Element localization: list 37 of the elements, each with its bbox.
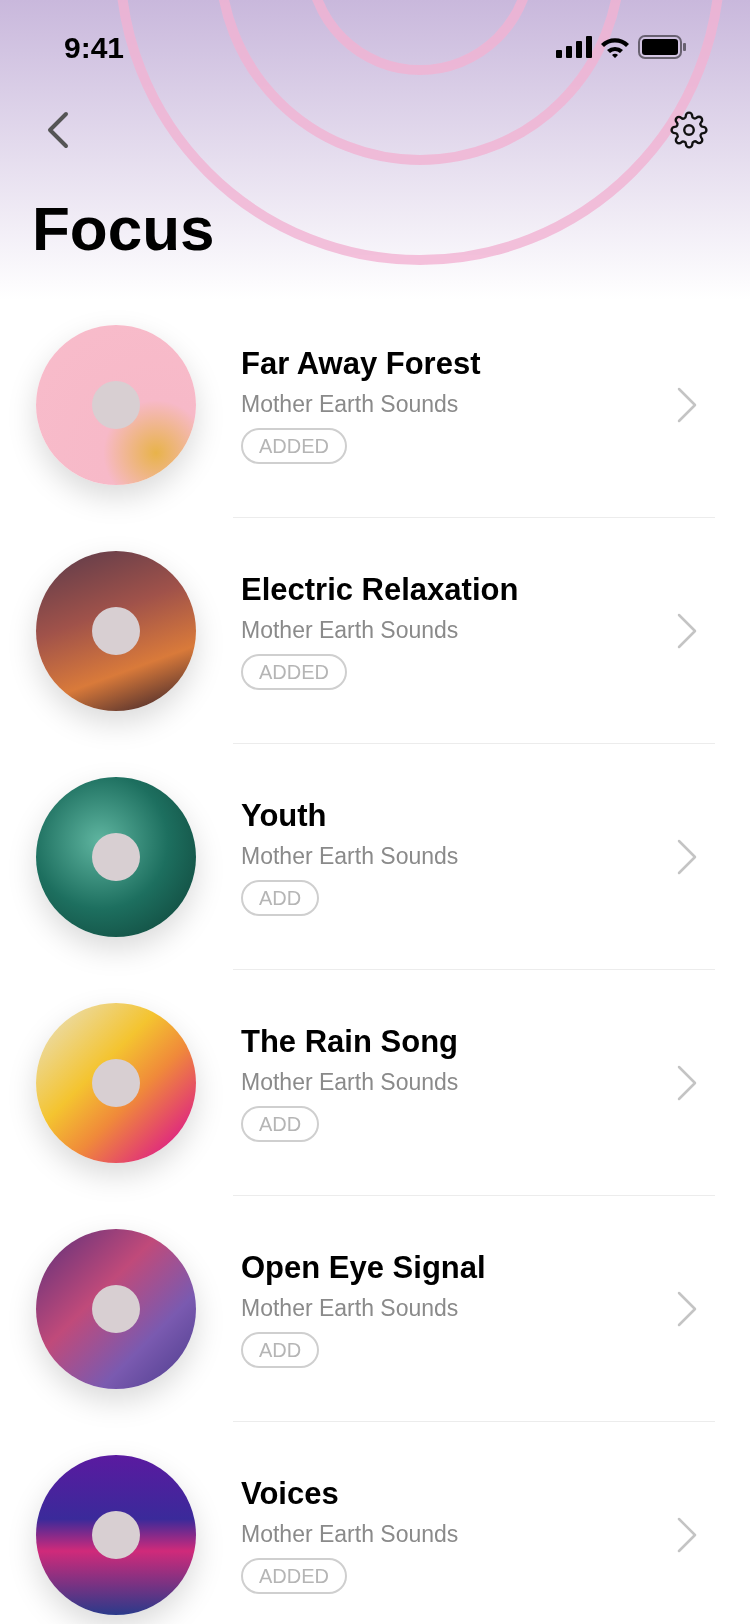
track-artist: Mother Earth Sounds xyxy=(241,841,459,871)
status-badge: ADDED xyxy=(241,428,347,465)
page-title: Focus xyxy=(31,193,216,265)
track-row[interactable]: Voices Mother Earth Sounds ADDED xyxy=(233,1422,715,1624)
settings-button[interactable] xyxy=(668,109,710,151)
settings-icon xyxy=(670,111,708,149)
track-row[interactable]: The Rain Song Mother Earth Sounds ADD xyxy=(233,970,715,1196)
chevron-right-icon xyxy=(677,1290,697,1327)
status-time: 9:41 xyxy=(64,29,125,66)
chevron-right-icon xyxy=(677,612,697,649)
chevron-right-icon xyxy=(677,1064,697,1101)
status-badge: ADDED xyxy=(241,654,347,691)
chevron-right-icon xyxy=(677,1516,697,1553)
track-artist: Mother Earth Sounds xyxy=(241,1519,459,1549)
status-badge: ADDED xyxy=(241,1558,347,1595)
track-artist: Mother Earth Sounds xyxy=(241,1293,459,1323)
wifi-icon xyxy=(600,36,630,58)
track-row[interactable]: Electric Relaxation Mother Earth Sounds ADDED xyxy=(233,518,715,744)
track-title: Youth xyxy=(241,796,327,835)
battery-icon xyxy=(638,35,686,59)
signal-icon xyxy=(556,36,592,58)
track-title: Far Away Forest xyxy=(241,344,481,383)
track-row[interactable]: Far Away Forest Mother Earth Sounds ADDED xyxy=(233,292,715,518)
track-artist: Mother Earth Sounds xyxy=(241,1067,459,1097)
track-row[interactable]: Youth Mother Earth Sounds ADD xyxy=(233,744,715,970)
track-title: Electric Relaxation xyxy=(241,570,519,609)
track-artist: Mother Earth Sounds xyxy=(241,615,459,645)
status-badge: ADD xyxy=(241,880,320,917)
chevron-right-icon xyxy=(677,838,697,875)
chevron-right-icon xyxy=(677,386,697,423)
track-title: The Rain Song xyxy=(241,1022,458,1061)
track-title: Open Eye Signal xyxy=(241,1248,486,1287)
status-badge: ADD xyxy=(241,1332,320,1369)
status-badge: ADD xyxy=(241,1106,320,1143)
track-artist: Mother Earth Sounds xyxy=(241,389,459,419)
track-row[interactable]: Open Eye Signal Mother Earth Sounds ADD xyxy=(233,1196,715,1422)
track-title: Voices xyxy=(241,1474,339,1513)
